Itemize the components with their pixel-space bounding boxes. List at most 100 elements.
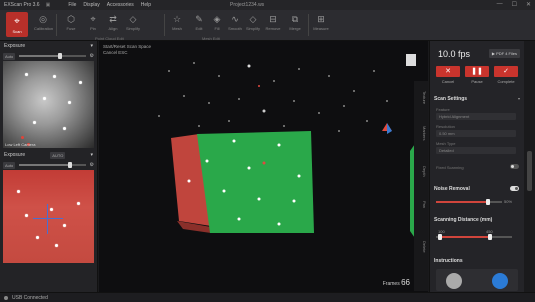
marker-point	[228, 120, 230, 122]
tool-remove[interactable]: ⊟ Remove	[264, 13, 282, 35]
maximize-button[interactable]: ☐	[512, 1, 517, 8]
tool-label: Simplify	[245, 26, 260, 31]
surface-marker	[297, 174, 301, 178]
fps-readout: 10.0 fps	[438, 49, 471, 59]
menu-help[interactable]: Help	[141, 2, 151, 8]
tool-fuse[interactable]: ⬡ Fuse	[62, 13, 80, 35]
exposure-auto-chip[interactable]: Auto	[3, 52, 16, 60]
gear-icon[interactable]: ⚙	[90, 53, 94, 59]
tool-smooth[interactable]: ∿ Smooth	[226, 13, 244, 35]
tool-simplify-cloud[interactable]: ◇ Simplify	[124, 13, 142, 35]
tab-delete[interactable]: Delete	[417, 241, 427, 253]
divider	[56, 14, 57, 36]
minimize-button[interactable]: —	[497, 1, 503, 8]
tool-simplify-mesh[interactable]: ◇ Simplify	[244, 13, 262, 35]
surface-marker	[205, 159, 209, 163]
merge-icon: ⧉	[291, 14, 299, 24]
collapse-icon[interactable]: ▾	[90, 43, 93, 49]
tool-pin[interactable]: ⌖ Pin	[84, 13, 102, 35]
marker-dot	[33, 121, 36, 124]
tab-texture[interactable]: Texture	[417, 91, 427, 104]
collapse-icon[interactable]: ▾	[90, 152, 93, 158]
frames-counter: Frames 66	[383, 278, 410, 287]
feature-select[interactable]: Hybrid Alignment	[436, 113, 516, 120]
tab-depth[interactable]: Depth	[417, 166, 427, 177]
tool-edit[interactable]: ✎ Edit	[190, 13, 208, 35]
remove-icon: ⊟	[269, 14, 277, 24]
marker-dot	[36, 236, 39, 239]
surface-marker	[237, 217, 241, 221]
exposure-mode-select[interactable]: AUTO	[50, 151, 66, 159]
window-controls: — ☐ ✕	[497, 1, 531, 8]
tool-align[interactable]: ⇄ Align	[104, 13, 122, 35]
tool-merge[interactable]: ⧉ Merge	[286, 13, 304, 35]
tool-label: Fuse	[66, 26, 76, 31]
marker-dot	[50, 208, 53, 211]
exposure-header: Exposure ▾	[0, 41, 97, 51]
scan-settings-title: Scan Settings	[434, 96, 468, 102]
menu-display[interactable]: Display	[83, 2, 99, 8]
marker-dot	[55, 244, 58, 247]
close-button[interactable]: ✕	[526, 1, 531, 8]
left-panel: Exposure ▾ Auto ⚙ Low Left Camera Exposu…	[0, 41, 98, 292]
align-icon: ⇄	[109, 14, 117, 24]
toggle-knob	[511, 165, 514, 168]
slider-handle[interactable]	[57, 53, 62, 59]
complete-label: Complete	[497, 79, 515, 84]
distance-max-handle[interactable]	[488, 234, 492, 240]
tool-calibration[interactable]: ◎ Calibration	[34, 13, 53, 35]
noise-value: 50%	[504, 199, 513, 204]
tab-markers[interactable]: Markers	[417, 126, 427, 140]
view-toggle-button[interactable]	[406, 54, 416, 66]
noise-slider-handle[interactable]	[486, 199, 490, 205]
tool-label: Merge	[289, 26, 301, 31]
exposure2-slider[interactable]	[19, 162, 86, 168]
mesh-type-select[interactable]: Detailed	[436, 147, 516, 154]
surface-marker	[262, 161, 266, 165]
mesh-icon: ☆	[172, 14, 182, 24]
pin-icon: ⌖	[90, 14, 96, 24]
tab-pan[interactable]: Pan	[417, 201, 427, 208]
toolbar: ⌖ Scan ◎ Calibration ⬡ Fuse ⌖ Pin ⇄ Align ◇ S…	[0, 10, 535, 41]
crosshair	[33, 218, 63, 219]
marker-dot	[77, 202, 80, 205]
collapse-icon[interactable]: ▾	[518, 96, 520, 101]
marker-point	[386, 100, 388, 102]
resolution-select[interactable]: 0.50 mm	[436, 130, 516, 137]
marker-point	[168, 70, 170, 72]
marker-point	[183, 95, 185, 97]
project-title: Project1234.ws	[230, 2, 265, 8]
divider	[164, 14, 165, 36]
scan-button[interactable]: ⌖ Scan	[6, 12, 28, 37]
exposure2-slider-row: Auto ⚙	[0, 160, 97, 170]
marker-dot	[63, 224, 66, 227]
fixed-scanning-toggle[interactable]	[510, 164, 519, 169]
right-scrollbar[interactable]	[524, 41, 535, 292]
tool-measure[interactable]: ⊞ Measure	[312, 13, 330, 35]
marker-dot	[21, 136, 24, 139]
axis-widget	[387, 123, 392, 134]
slider-handle[interactable]	[67, 162, 72, 168]
menu-accessories[interactable]: Accessories	[107, 2, 134, 8]
pause-button[interactable]: ❚❚	[465, 66, 489, 77]
fps-button[interactable]: ▶ PDF 4 Files	[488, 49, 520, 58]
exposure2-auto-chip[interactable]: Auto	[3, 161, 16, 169]
fuse-icon: ⬡	[67, 14, 75, 24]
distance-min-handle[interactable]	[438, 234, 442, 240]
marker-point	[343, 105, 345, 107]
marker-point	[293, 100, 295, 102]
complete-button[interactable]: ✓	[494, 66, 518, 77]
noise-removal-toggle[interactable]	[510, 186, 519, 191]
save-icon[interactable]: ▣	[46, 2, 51, 8]
pause-icon: ❚❚	[471, 68, 483, 75]
menu-file[interactable]: File	[68, 2, 76, 8]
cancel-button[interactable]: ✕	[436, 66, 460, 77]
surface-marker	[257, 197, 261, 201]
simplify-icon: ◇	[129, 14, 137, 24]
tool-mesh[interactable]: ☆ Mesh	[168, 13, 186, 35]
scrollbar-thumb[interactable]	[527, 151, 532, 191]
3d-viewport[interactable]: Start/Reset Scan Space Cancel ESC Textur…	[99, 41, 428, 292]
exposure-slider[interactable]	[19, 53, 86, 59]
tool-fill[interactable]: ◈ Fill	[208, 13, 226, 35]
gear-icon[interactable]: ⚙	[90, 162, 94, 168]
